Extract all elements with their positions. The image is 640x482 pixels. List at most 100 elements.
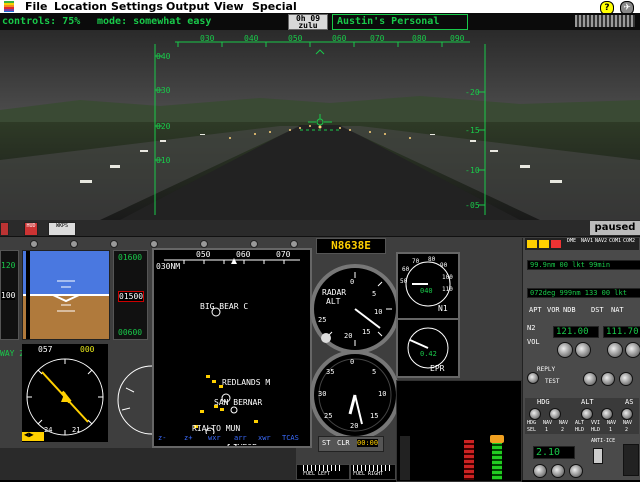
radio-tab-com1[interactable]: COM1 [609,238,621,244]
ap-btn-alt[interactable]: ALT [575,420,584,426]
radio-tab-dme[interactable]: DME [567,238,576,244]
nav-freq-knob-1[interactable] [575,342,591,358]
menu-view[interactable]: View [214,0,244,13]
hsi-label-21: 21 [72,426,81,434]
transponder-mode-knob[interactable] [527,372,539,384]
side-switch-panel[interactable] [623,444,639,476]
nav-freq-knob-2[interactable] [607,342,623,358]
nat-button[interactable]: NAT [611,306,624,314]
altimeter: 0 5 10 15 20 25 30 35 [310,350,400,440]
menu-file[interactable]: File [25,0,48,13]
epr-label: EPR [430,364,445,373]
radio-tab-indicator-1[interactable] [527,240,537,248]
hud-right-tick-20: 20 [470,88,480,97]
hud-toggle-button[interactable]: HUD [24,222,38,236]
nav-freq-knob-3[interactable] [625,342,640,358]
xpdr-knob-1[interactable] [533,464,547,478]
nav-volume-knob[interactable] [557,342,573,358]
transponder-knob-1[interactable] [583,372,597,386]
map-wxr-button[interactable]: wxr [208,434,221,442]
throttle-lever-left[interactable] [464,440,474,480]
toolbar-left-button[interactable] [0,222,9,236]
alt-scale-5: 5 [372,368,377,376]
menu-special[interactable]: Special [252,0,297,13]
hsi-compass-rose [26,358,104,436]
ap-btn-nav-2[interactable]: NAV [559,420,568,426]
n2-freq-standby: 111.70 [603,326,640,338]
stopwatch-start-button[interactable]: ST [322,439,330,447]
ap-btn-vvi[interactable]: VVI [591,420,600,426]
hsi-arrows-button[interactable]: ◀▶ [22,430,44,441]
mode-status: mode: somewhat easy [97,16,212,27]
dme-readout-2: 072deg 999nm 133 00 lkt [527,288,640,298]
throttle-track [400,436,410,480]
apt-button[interactable]: APT [529,306,542,314]
dst-button[interactable]: DST [591,306,604,314]
hud-heading-030: 030 [200,34,215,43]
radio-tab-com2[interactable]: COM2 [623,238,635,244]
screw [110,240,118,248]
map-tcas-button[interactable]: TCAS [282,434,299,442]
alt-value-01600: 01600 [118,253,143,262]
menu-location[interactable]: Location [54,0,107,13]
radio-tab-nav2[interactable]: NAV2 [595,238,607,244]
map-arr-button[interactable]: arr [234,434,247,442]
radio-tab-indicator-3[interactable] [551,240,561,248]
ap-sub-sel: SEL [527,427,537,433]
radio-stack: DME NAV1 NAV2 COM1 COM2 99.9nm 00 lkt 99… [522,238,640,480]
fuel-right-label: FUEL RIGHT [353,471,384,477]
altitude-tape: 01600 01500 00600 [113,250,148,340]
menu-bar: File Location Settings Output View Speci… [0,0,640,15]
radio-tab-indicator-2[interactable] [539,240,549,248]
ap-btn-nav-4[interactable]: NAV [623,420,632,426]
map-label-rialto: RIALTO MUN [192,424,241,433]
screw [290,240,298,248]
n1-scale-70: 70 [412,258,420,265]
clock-zone: zulu [298,21,318,30]
ap-hdg-knob[interactable] [529,408,541,420]
xpdr-knob-2[interactable] [551,464,565,478]
menu-output[interactable]: Output [166,0,209,13]
anti-ice-switch[interactable] [593,448,603,464]
xpdr-knob-3[interactable] [569,464,583,478]
n2-label: N2 [527,324,536,332]
ap-head-as: AS [625,398,634,406]
lever-cap[interactable] [490,435,504,443]
radio-tab-nav1[interactable]: NAV1 [581,238,593,244]
ap-btn-hdg[interactable]: HDG [527,420,536,426]
vol-label: VOL [527,338,540,346]
menu-settings[interactable]: Settings [111,0,163,13]
ap-knob-4[interactable] [601,408,613,420]
test-button[interactable]: TEST [545,378,559,385]
ap-btn-nav[interactable]: NAV [543,420,552,426]
wkps-toggle-button[interactable]: WKPS [48,222,76,236]
fuel-left-label: FUEL LEFT [303,471,331,477]
map-label-san-bernar: SAN BERNAR [214,398,263,407]
epr-gauge: 0.42 EPR [396,318,460,378]
vor-button[interactable]: VOR [547,306,560,314]
controls-status: controls: 75% [2,16,81,27]
stopwatch-time: 00:00 [357,439,379,447]
ap-btn-nav-3[interactable]: NAV [607,420,616,426]
ap-alt-knob[interactable] [581,408,593,420]
ap-knob-2[interactable] [549,408,561,420]
stopwatch-clear-button[interactable]: CLR [337,439,350,447]
n1-scale-90: 90 [440,262,448,269]
map-zoom-out-button[interactable]: z- [158,434,166,442]
map-zoom-in-button[interactable]: z+ [184,434,192,442]
screw [150,240,158,248]
reply-label: REPLY [537,366,556,373]
alt-value-00600: 00600 [118,328,143,337]
transponder-knob-3[interactable] [619,372,633,386]
transponder-knob-2[interactable] [601,372,615,386]
ap-sub-1: 1 [545,427,549,433]
hud-right-tick-15: 15 [470,126,480,135]
hud-left-tick-040: 040 [156,52,171,61]
map-button-row: z- z+ wxr arr xwr TCAS [154,434,306,444]
apple-menu-icon[interactable] [4,1,14,12]
hud-heading-050: 050 [288,34,303,43]
map-xwr-button[interactable]: xwr [258,434,271,442]
fuel-right-gauge: FUEL RIGHT [350,464,396,480]
ap-as-knob[interactable] [621,408,633,420]
ndb-button[interactable]: NDB [563,306,576,314]
